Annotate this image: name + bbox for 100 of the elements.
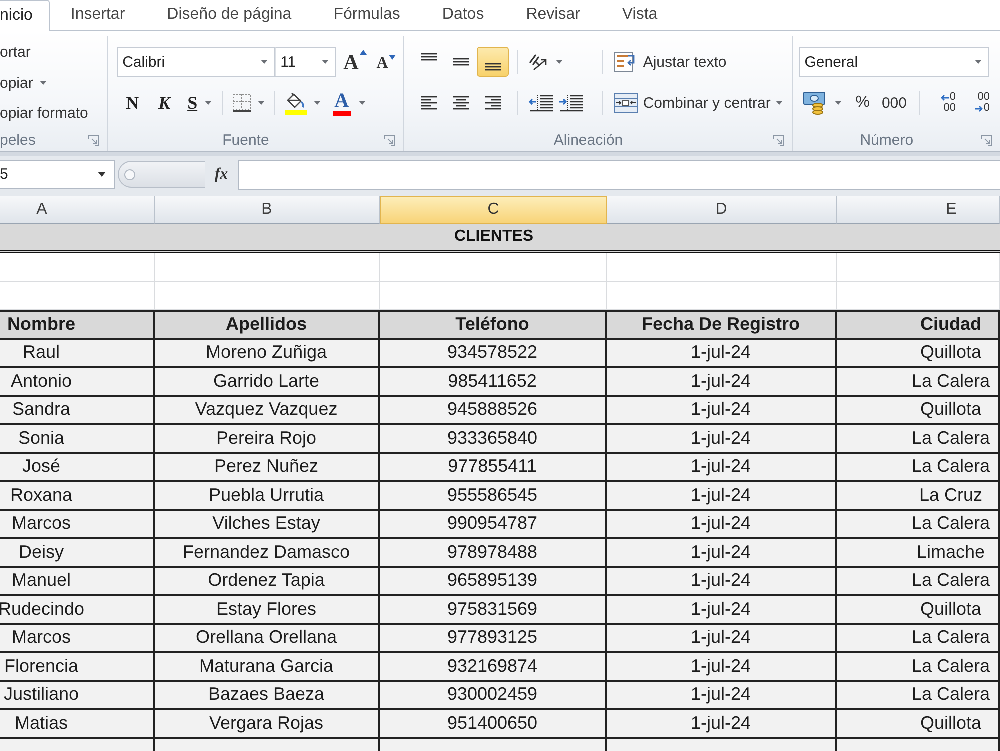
- table-cell: Rudecindo: [0, 596, 155, 624]
- font-style-button[interactable]: N: [120, 89, 146, 117]
- align-left-icon: [420, 96, 438, 110]
- font-style-button[interactable]: K: [152, 89, 178, 117]
- clipboard-command[interactable]: opiar formato: [0, 98, 88, 130]
- sheet-title: CLIENTES: [0, 224, 1000, 253]
- align-center-icon: [452, 96, 470, 110]
- dialog-launcher-icon[interactable]: [772, 134, 784, 146]
- resize-handle[interactable]: [118, 161, 205, 188]
- table-cell: Manuel: [0, 568, 155, 596]
- table-cell: Quillota: [837, 396, 1000, 425]
- align-top-icon: [421, 53, 438, 61]
- table-cell: Florencia: [0, 653, 155, 682]
- grow-font-button[interactable]: A: [344, 50, 367, 74]
- table-cell: Marcos: [0, 510, 155, 539]
- ribbon-tab[interactable]: Datos: [421, 0, 506, 30]
- table-cell: Vazquez Vazquez: [155, 396, 380, 425]
- table-cell: 933365840: [380, 425, 607, 454]
- name-box[interactable]: 5: [0, 160, 115, 189]
- table-cell: 1-jul-24: [607, 425, 837, 454]
- ribbon-tab[interactable]: nicio: [0, 0, 50, 31]
- ribbon-tab[interactable]: Revisar: [505, 0, 602, 30]
- shrink-font-button[interactable]: A: [376, 55, 396, 73]
- table-cell: Quillota: [837, 340, 1000, 368]
- table-cell: La Calera: [837, 425, 1000, 454]
- insert-function-button[interactable]: fx: [205, 160, 238, 189]
- table-cell: 932169874: [380, 653, 607, 682]
- table-cell: Garrido Larte: [155, 368, 380, 396]
- table-cell: 1-jul-24: [607, 710, 837, 738]
- table-cell: 1-jul-24: [607, 482, 837, 510]
- table-cell: Deisy: [0, 539, 155, 568]
- table-cell: 1-jul-24: [607, 596, 837, 624]
- table-cell: La Calera: [837, 454, 1000, 482]
- table-cell: 930002459: [380, 682, 607, 710]
- table-cell: 990954787: [380, 510, 607, 539]
- table-cell: Sandra: [0, 396, 155, 425]
- caret-down-icon: [389, 55, 396, 60]
- font-size-field[interactable]: 11: [274, 47, 336, 77]
- clipboard-command[interactable]: opiar: [0, 68, 48, 98]
- caret-icon: [776, 101, 783, 105]
- number-format-field[interactable]: General: [798, 47, 989, 77]
- table-cell: 1-jul-24: [607, 340, 837, 368]
- ribbon-tab[interactable]: Diseño de página: [146, 0, 313, 30]
- column-header[interactable]: E: [837, 196, 1000, 224]
- dialog-launcher-icon[interactable]: [384, 134, 396, 146]
- table-cell: Orellana Orellana: [155, 624, 380, 653]
- table-cell: 934578522: [380, 340, 607, 368]
- table-cell: Vilches Estay: [155, 510, 380, 539]
- table-cell: Limache: [837, 539, 1000, 568]
- merge-center-button[interactable]: Combinar y centrar: [612, 88, 785, 118]
- caret-up-icon: [360, 50, 367, 54]
- caret-icon: [98, 172, 106, 177]
- table-cell: 985411652: [380, 368, 607, 396]
- table-cell: 1-jul-24: [607, 454, 837, 482]
- table-cell: José: [0, 454, 155, 482]
- circle-icon: [124, 168, 136, 180]
- percent-style-button[interactable]: %: [852, 89, 874, 117]
- wrap-text-button[interactable]: Ajustar texto: [612, 47, 729, 77]
- table-header: Fecha De Registro: [607, 312, 837, 340]
- table-cell: La Calera: [837, 368, 1000, 396]
- fill-bucket-icon: [284, 91, 308, 115]
- table-cell: La Calera: [837, 653, 1000, 682]
- ribbon-tab[interactable]: Vista: [601, 0, 679, 30]
- column-header[interactable]: D: [607, 196, 837, 224]
- table-cell: Pereira Rojo: [155, 425, 380, 454]
- table-cell: 977855411: [380, 454, 607, 482]
- table-cell: 1-jul-24: [607, 624, 837, 653]
- table-cell: Vergara Rojas: [155, 710, 380, 738]
- table-cell: Roxana: [0, 482, 155, 510]
- table-cell: 945888526: [380, 396, 607, 425]
- arrow-right-icon: [974, 106, 983, 112]
- ribbon-tab[interactable]: Fórmulas: [312, 0, 422, 30]
- decrease-decimal-button[interactable]: 00 0: [962, 89, 992, 117]
- table-cell: Antonio: [0, 368, 155, 396]
- font-style-button[interactable]: S: [184, 89, 216, 117]
- table-cell: 1-jul-24: [607, 510, 837, 539]
- increase-decimal-button[interactable]: 0 00: [928, 89, 958, 117]
- formula-input[interactable]: [238, 160, 1000, 190]
- column-header[interactable]: C: [380, 196, 607, 224]
- table-cell: 978978488: [380, 539, 607, 568]
- font-color-button[interactable]: A: [330, 89, 370, 117]
- caret-icon: [556, 60, 564, 64]
- dialog-launcher-icon[interactable]: [981, 134, 992, 146]
- font-name-field[interactable]: Calibri: [116, 47, 275, 77]
- decrease-indent-icon: [528, 94, 554, 112]
- align-button[interactable]: [477, 47, 510, 77]
- group-label: Número: [860, 132, 914, 148]
- clipboard-command[interactable]: ortar: [0, 37, 31, 68]
- arrow-left-icon: [940, 94, 949, 100]
- group-label: peles: [0, 132, 36, 148]
- thousands-separator-button[interactable]: 000: [878, 89, 911, 117]
- table-cell: Quillota: [837, 710, 1000, 738]
- table-cell: Raul: [0, 340, 155, 368]
- ribbon-tab[interactable]: Insertar: [50, 0, 146, 30]
- table-header: Teléfono: [380, 312, 607, 340]
- column-header[interactable]: A: [0, 196, 155, 224]
- table-cell: 1-jul-24: [607, 653, 837, 682]
- column-header[interactable]: B: [155, 196, 380, 224]
- dialog-launcher-icon[interactable]: [88, 134, 99, 146]
- decimal-digits: 0: [950, 92, 956, 103]
